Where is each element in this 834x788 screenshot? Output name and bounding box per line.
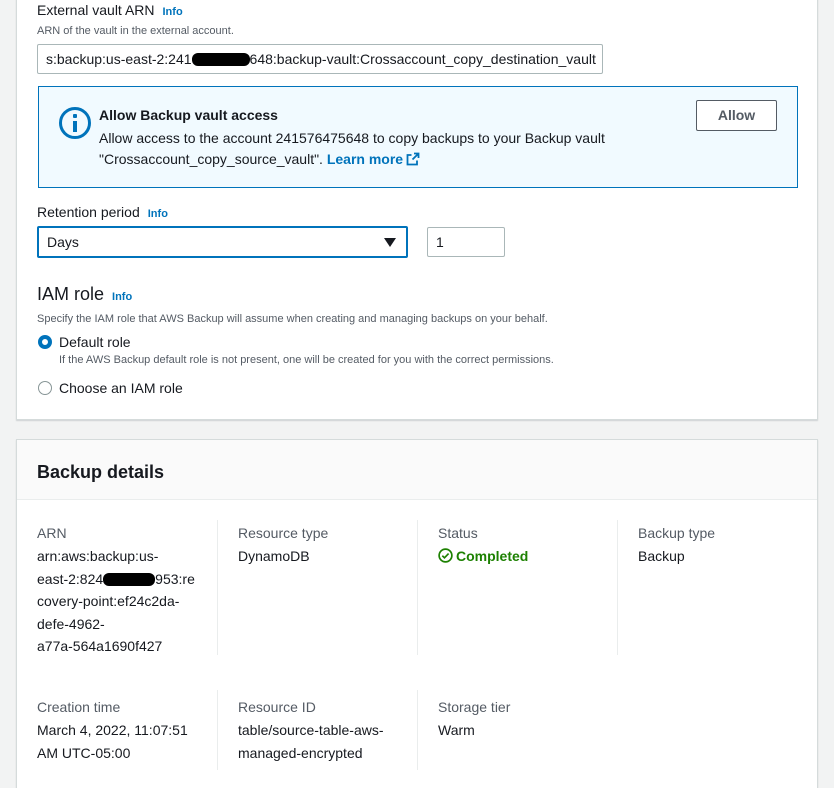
allow-button[interactable]: Allow xyxy=(696,100,777,131)
vault-arn-info-link[interactable]: Info xyxy=(163,6,183,18)
backup-type-value: Backup xyxy=(638,548,685,564)
arn-line: a77a-564a1690f427 xyxy=(37,638,163,654)
choose-iam-role-label[interactable]: Choose an IAM role xyxy=(59,380,183,396)
arn-line: covery-point:ef24c2da- xyxy=(37,593,180,609)
backup-details-panel: Backup details ARN arn:aws:backup:us- ea… xyxy=(16,439,818,788)
external-link-icon xyxy=(406,152,420,166)
vault-arn-label-row: External vault ARN Info xyxy=(37,2,183,20)
default-role-radio[interactable] xyxy=(38,335,52,349)
retention-label: Retention period xyxy=(37,204,140,220)
arn-line: east-2:824 953:re xyxy=(37,570,195,587)
backup-type-key: Backup type xyxy=(638,525,716,541)
status-value: Completed xyxy=(438,545,528,568)
iam-role-title: IAM role xyxy=(37,284,105,304)
backup-details-header: Backup details xyxy=(17,440,817,500)
redaction-mark xyxy=(103,572,156,586)
column-divider xyxy=(617,520,618,655)
iam-title-row: IAM role Info xyxy=(37,284,132,305)
resource-type-value: DynamoDB xyxy=(238,548,310,564)
default-role-label[interactable]: Default role xyxy=(59,334,131,350)
resource-id-key: Resource ID xyxy=(238,699,316,715)
vault-arn-label: External vault ARN xyxy=(37,2,155,18)
arn-line: arn:aws:backup:us- xyxy=(37,548,159,564)
storage-tier-key: Storage tier xyxy=(438,699,511,715)
retention-value-input[interactable]: 1 xyxy=(427,227,505,257)
allow-access-alert: Allow Backup vault access Allow access t… xyxy=(38,86,798,188)
vault-arn-value-end: 648:backup-vault:Crossaccount_copy_desti… xyxy=(249,51,596,67)
arn-line: defe-4962- xyxy=(37,615,105,632)
default-role-hint: If the AWS Backup default role is not pr… xyxy=(59,354,554,366)
column-divider xyxy=(217,520,218,655)
redaction-mark xyxy=(191,53,250,66)
column-divider xyxy=(417,690,418,770)
vault-arn-input[interactable]: s:backup:us-east-2:241 648:backup-vault:C… xyxy=(37,44,603,74)
retention-info-link[interactable]: Info xyxy=(148,208,168,220)
copy-settings-panel: External vault ARN Info ARN of the vault … xyxy=(16,0,818,420)
choose-iam-role-radio[interactable] xyxy=(38,381,52,395)
alert-vault-name: "Crossaccount_copy_source_vault". xyxy=(99,151,323,167)
alert-body-line-1: Allow access to the account 241576475648… xyxy=(99,130,605,146)
creation-time-value: March 4, 2022, 11:07:51 AM UTC-05:00 xyxy=(37,722,188,761)
creation-time-key: Creation time xyxy=(37,699,121,715)
resource-id-value: table/source-table-aws- managed-encrypte… xyxy=(238,722,384,761)
vault-arn-value-start: s:backup:us-east-2:241 xyxy=(46,51,192,67)
retention-unit-select[interactable]: Days xyxy=(37,226,408,258)
backup-details-title: Backup details xyxy=(37,462,165,482)
resource-type-key: Resource type xyxy=(238,525,329,541)
status-key: Status xyxy=(438,525,478,541)
learn-more-link[interactable]: Learn more xyxy=(327,151,420,167)
alert-body: Allow access to the account 241576475648… xyxy=(99,128,659,170)
column-divider xyxy=(217,690,218,770)
vault-arn-description: ARN of the vault in the external account… xyxy=(37,25,234,37)
arn-key: ARN xyxy=(37,525,67,541)
iam-description: Specify the IAM role that AWS Backup wil… xyxy=(37,313,548,325)
alert-body-line-2: "Crossaccount_copy_source_vault". Learn … xyxy=(99,149,659,170)
alert-title: Allow Backup vault access xyxy=(99,107,278,123)
info-circle-icon xyxy=(59,107,91,139)
retention-label-row: Retention period Info xyxy=(37,204,168,222)
arn-value: arn:aws:backup:us- east-2:824 953:re cove… xyxy=(37,545,207,658)
check-circle-icon xyxy=(438,548,453,563)
retention-unit-value: Days xyxy=(47,234,79,250)
iam-info-link[interactable]: Info xyxy=(112,291,132,303)
column-divider xyxy=(417,520,418,655)
storage-tier-value: Warm xyxy=(438,722,475,738)
caret-down-icon xyxy=(384,238,396,247)
